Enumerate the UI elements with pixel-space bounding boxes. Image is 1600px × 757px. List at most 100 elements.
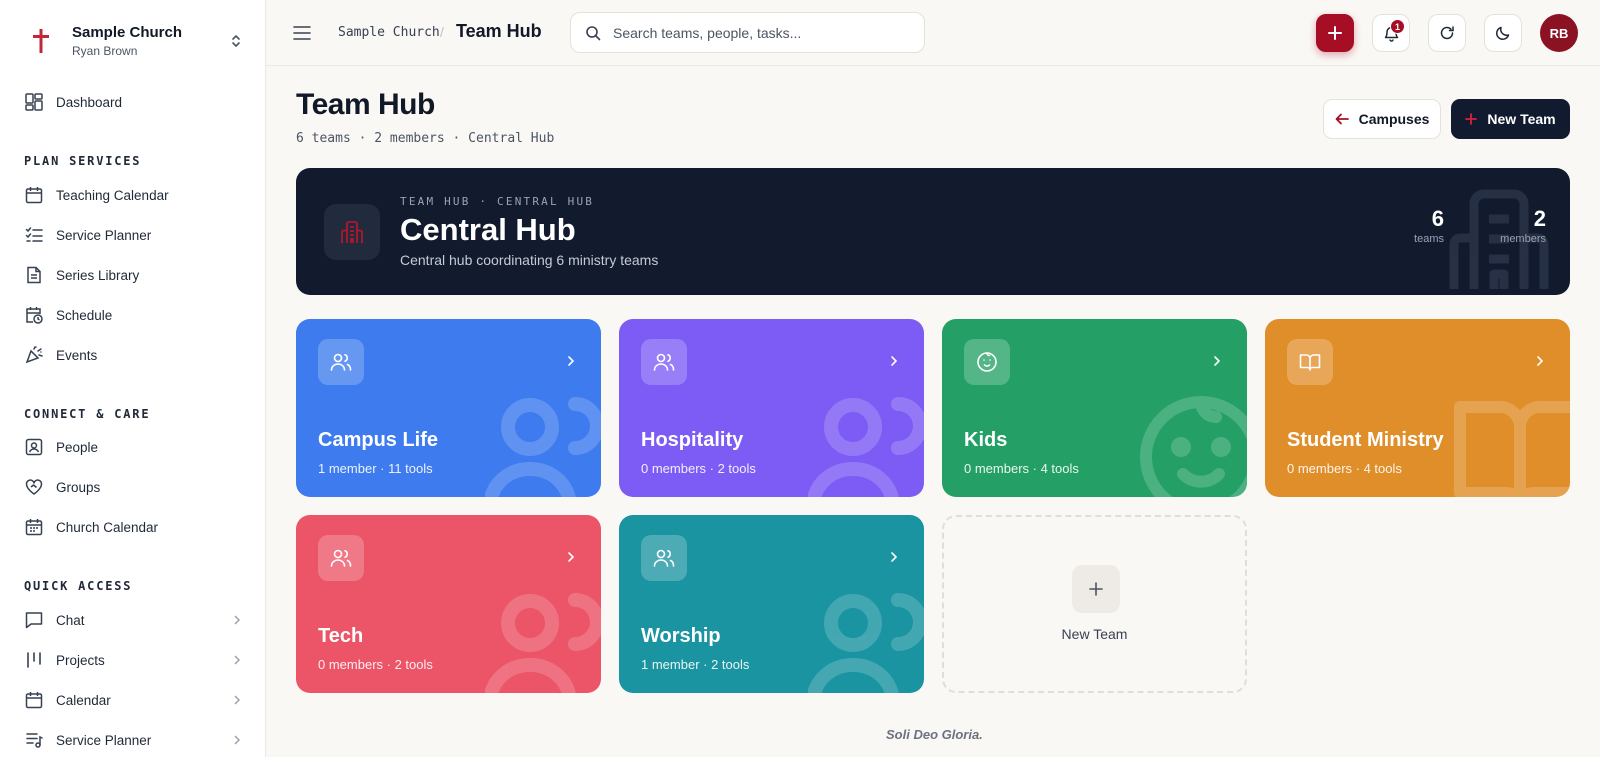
checklist-icon xyxy=(24,225,44,245)
sidebar-item-label: Teaching Calendar xyxy=(56,187,169,203)
sidebar-item-label: Projects xyxy=(56,652,105,668)
calendar-days-icon xyxy=(24,517,44,537)
team-card-kids[interactable]: Kids 0 members · 4 tools xyxy=(942,319,1247,497)
team-meta: 1 member · 2 tools xyxy=(641,657,750,672)
new-team-label: New Team xyxy=(1487,111,1556,127)
team-card-tech[interactable]: Tech 0 members · 2 tools xyxy=(296,515,601,693)
team-name: Hospitality xyxy=(641,429,744,451)
heart-handshake-icon xyxy=(24,477,44,497)
sidebar-item-calendar[interactable]: Calendar xyxy=(24,687,244,713)
baby-icon xyxy=(964,339,1010,385)
org-switcher[interactable]: Sample Church Ryan Brown xyxy=(24,20,246,62)
page-title: Team Hub xyxy=(296,88,435,121)
breadcrumb-separator: / xyxy=(440,24,444,40)
user-avatar[interactable]: RB xyxy=(1540,14,1578,52)
hub-hero-banner: TEAM HUB · CENTRAL HUB Central Hub Centr… xyxy=(296,168,1570,295)
team-card-student-ministry[interactable]: Student Ministry 0 members · 4 tools xyxy=(1265,319,1570,497)
chevron-right-icon xyxy=(563,549,579,565)
topbar: Sample Church / Team Hub 1 RB xyxy=(266,0,1600,66)
sidebar-item-series-library[interactable]: Series Library xyxy=(24,262,244,288)
team-meta: 0 members · 4 tools xyxy=(964,461,1079,476)
search-box[interactable] xyxy=(570,12,925,53)
users-icon xyxy=(641,535,687,581)
book-icon xyxy=(1287,339,1333,385)
team-meta: 0 members · 2 tools xyxy=(641,461,756,476)
users-icon xyxy=(318,339,364,385)
section-label-quick: QUICK ACCESS xyxy=(24,579,133,593)
contact-card-icon xyxy=(24,437,44,457)
sidebar-item-groups[interactable]: Groups xyxy=(24,474,244,500)
team-name: Tech xyxy=(318,625,364,647)
stat-members-value: 2 xyxy=(1533,206,1546,231)
chevron-right-icon xyxy=(886,549,902,565)
chevron-right-icon xyxy=(230,733,244,747)
refresh-icon xyxy=(1440,26,1454,40)
sidebar-item-label: Schedule xyxy=(56,307,113,323)
calendar-clock-icon xyxy=(24,305,44,325)
sidebar-item-projects[interactable]: Projects xyxy=(24,647,244,673)
party-popper-icon xyxy=(24,345,44,365)
team-meta: 0 members · 4 tools xyxy=(1287,461,1402,476)
users-watermark-icon xyxy=(484,392,601,497)
add-team-card[interactable]: New Team xyxy=(942,515,1247,693)
calendar-icon xyxy=(24,690,44,710)
chevron-right-icon xyxy=(1209,353,1225,369)
plus-icon xyxy=(1072,565,1120,613)
sidebar-item-teaching-calendar[interactable]: Teaching Calendar xyxy=(24,182,244,208)
search-icon xyxy=(585,24,603,42)
sidebar-item-schedule[interactable]: Schedule xyxy=(24,302,244,328)
plus-icon xyxy=(1465,113,1478,125)
breadcrumb-root[interactable]: Sample Church xyxy=(338,25,440,40)
sidebar: Sample Church Ryan Brown Dashboard PLAN … xyxy=(0,0,266,757)
sidebar-item-service-planner-quick[interactable]: Service Planner xyxy=(24,727,244,753)
search-input[interactable] xyxy=(613,24,913,41)
page-subtitle: 6 teams · 2 members · Central Hub xyxy=(296,131,555,146)
menu-toggle-button[interactable] xyxy=(290,21,314,45)
hero-description: Central hub coordinating 6 ministry team… xyxy=(400,252,659,268)
arrow-left-icon xyxy=(1335,113,1349,125)
hero-eyebrow: TEAM HUB · CENTRAL HUB xyxy=(400,195,595,208)
cross-logo-icon xyxy=(24,24,58,58)
sidebar-item-label: Events xyxy=(56,347,98,363)
stat-members: 2 members xyxy=(1486,206,1546,245)
document-icon xyxy=(24,265,44,285)
quick-add-button[interactable] xyxy=(1316,14,1354,52)
section-label-connect: CONNECT & CARE xyxy=(24,407,151,421)
team-card-campus-life[interactable]: Campus Life 1 member · 11 tools xyxy=(296,319,601,497)
team-card-worship[interactable]: Worship 1 member · 2 tools xyxy=(619,515,924,693)
sidebar-item-label: Church Calendar xyxy=(56,519,159,535)
sidebar-item-service-planner[interactable]: Service Planner xyxy=(24,222,244,248)
sidebar-item-events[interactable]: Events xyxy=(24,342,244,368)
sidebar-item-chat[interactable]: Chat xyxy=(24,607,244,633)
new-team-button[interactable]: New Team xyxy=(1451,99,1570,139)
chevron-up-down-icon xyxy=(226,31,246,51)
notification-badge: 1 xyxy=(1390,19,1405,34)
chat-icon xyxy=(24,610,44,630)
team-name: Student Ministry xyxy=(1287,429,1444,451)
team-card-hospitality[interactable]: Hospitality 0 members · 2 tools xyxy=(619,319,924,497)
sidebar-item-church-calendar[interactable]: Church Calendar xyxy=(24,514,244,540)
theme-toggle-button[interactable] xyxy=(1484,14,1522,52)
hub-badge xyxy=(324,204,380,260)
sidebar-item-label: Calendar xyxy=(56,692,111,708)
list-music-icon xyxy=(24,730,44,750)
building-icon xyxy=(341,221,363,243)
sidebar-item-people[interactable]: People xyxy=(24,434,244,460)
stat-teams-value: 6 xyxy=(1431,206,1444,231)
sidebar-item-label: Groups xyxy=(56,479,101,495)
chevron-right-icon xyxy=(230,613,244,627)
plus-icon xyxy=(1328,26,1342,40)
chevron-right-icon xyxy=(1532,353,1548,369)
back-to-campuses-button[interactable]: Campuses xyxy=(1323,99,1441,139)
stat-teams-label: teams xyxy=(1414,233,1444,245)
hero-title: Central Hub xyxy=(400,212,576,247)
kanban-icon xyxy=(24,650,44,670)
users-icon xyxy=(641,339,687,385)
sidebar-item-label: Chat xyxy=(56,612,85,628)
notifications-button[interactable]: 1 xyxy=(1372,14,1410,52)
team-name: Campus Life xyxy=(318,429,439,451)
refresh-button[interactable] xyxy=(1428,14,1466,52)
org-user: Ryan Brown xyxy=(72,44,138,58)
sidebar-item-dashboard[interactable]: Dashboard xyxy=(24,89,244,115)
sidebar-item-label: People xyxy=(56,439,99,455)
